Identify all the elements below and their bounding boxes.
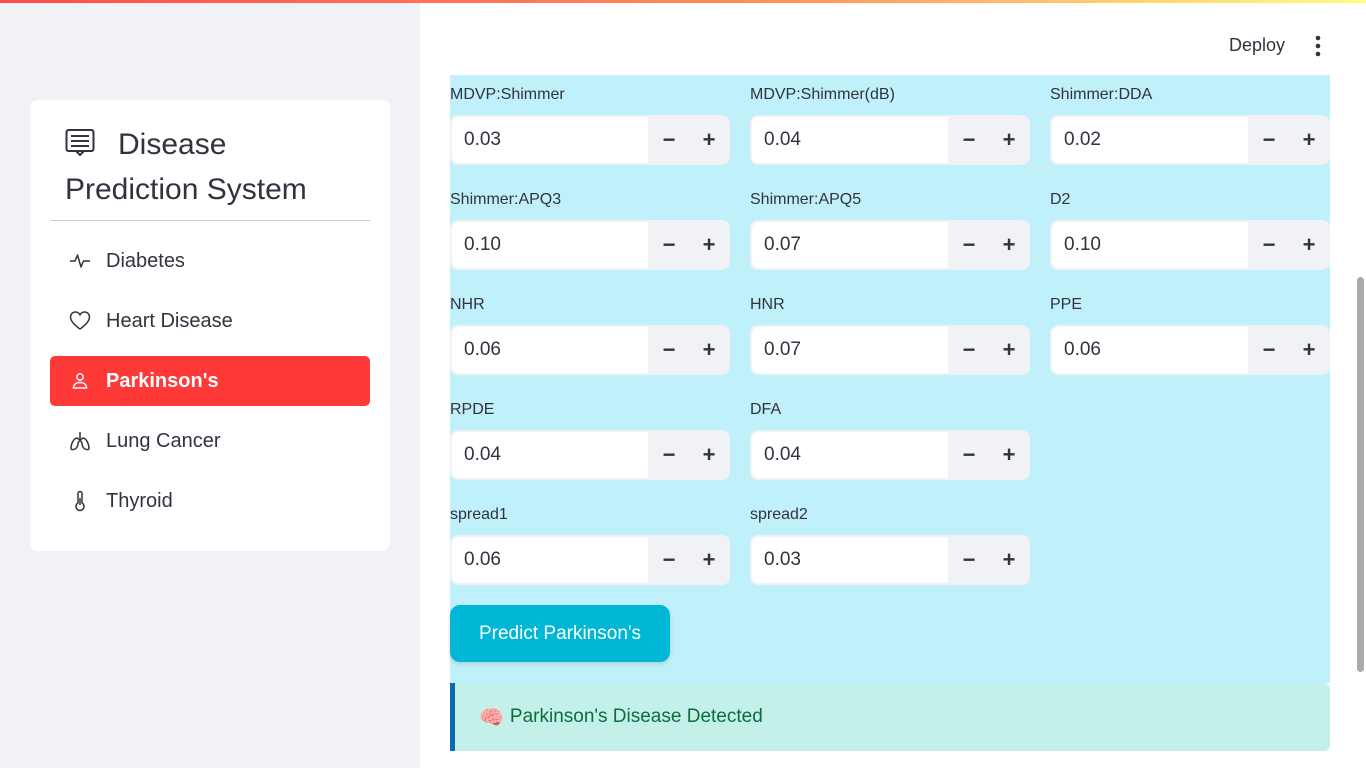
increment-button[interactable]: +: [689, 325, 729, 375]
number-input-spread1: 0.06 − +: [450, 535, 730, 585]
decrement-button[interactable]: −: [649, 430, 689, 480]
field-label-ppe: PPE: [1050, 296, 1083, 313]
decrement-button[interactable]: −: [649, 115, 689, 165]
thermometer-icon: [68, 489, 92, 513]
decrement-button[interactable]: −: [1249, 115, 1289, 165]
number-input-field[interactable]: 0.06: [452, 537, 648, 583]
increment-button[interactable]: +: [1289, 220, 1329, 270]
decrement-button[interactable]: −: [1249, 220, 1289, 270]
number-input-nhr: 0.06 − +: [450, 325, 730, 375]
number-input-dfa: 0.04 − +: [750, 430, 1030, 480]
menu-title-line2: Prediction System: [65, 173, 307, 206]
number-input-field[interactable]: 0.07: [752, 222, 948, 268]
increment-button[interactable]: +: [1289, 115, 1329, 165]
decrement-button[interactable]: −: [649, 220, 689, 270]
lungs-icon: [68, 429, 92, 453]
number-input-field[interactable]: 0.03: [752, 537, 948, 583]
number-input-d2: 0.10 − +: [1050, 220, 1330, 270]
decrement-button[interactable]: −: [949, 430, 989, 480]
menu-header: Disease Prediction System: [65, 122, 365, 212]
increment-button[interactable]: +: [989, 115, 1029, 165]
field-label-shimmer-apq3: Shimmer:APQ3: [450, 191, 562, 208]
navigation-menu: Disease Prediction System Diabetes Heart…: [30, 100, 390, 551]
sidebar: Disease Prediction System Diabetes Heart…: [0, 0, 420, 768]
decrement-button[interactable]: −: [949, 115, 989, 165]
menu-title: Disease Prediction System: [65, 122, 365, 212]
menu-item-parkinsons[interactable]: Parkinson's: [50, 356, 370, 406]
menu-item-lung-cancer[interactable]: Lung Cancer: [50, 416, 370, 466]
increment-button[interactable]: +: [689, 535, 729, 585]
menu-item-label: Diabetes: [106, 249, 185, 272]
person-icon: [68, 369, 92, 393]
number-input-field[interactable]: 0.10: [452, 222, 648, 268]
number-input-field[interactable]: 0.07: [752, 327, 948, 373]
menu-divider: [50, 220, 370, 221]
increment-button[interactable]: +: [689, 220, 729, 270]
decrement-button[interactable]: −: [949, 325, 989, 375]
number-input-ppe: 0.06 − +: [1050, 325, 1330, 375]
number-input-field[interactable]: 0.04: [752, 432, 948, 478]
number-input-shimmer-apq5: 0.07 − +: [750, 220, 1030, 270]
input-form-area: [450, 75, 1330, 683]
decrement-button[interactable]: −: [649, 325, 689, 375]
increment-button[interactable]: +: [989, 325, 1029, 375]
number-input-field[interactable]: 0.06: [1052, 327, 1248, 373]
increment-button[interactable]: +: [689, 115, 729, 165]
field-label-shimmer-apq5: Shimmer:APQ5: [750, 191, 862, 208]
number-input-field[interactable]: 0.06: [452, 327, 648, 373]
increment-button[interactable]: +: [1289, 325, 1329, 375]
number-input-field[interactable]: 0.04: [752, 117, 948, 163]
number-input-spread2: 0.03 − +: [750, 535, 1030, 585]
brain-icon: 🧠: [479, 706, 504, 729]
number-input-mdvp-shimmer: 0.03 − +: [450, 115, 730, 165]
field-label-d2: D2: [1050, 191, 1071, 208]
field-label-rpde: RPDE: [450, 401, 495, 418]
field-label-mdvp-shimmer-db: MDVP:Shimmer(dB): [750, 86, 895, 103]
deploy-button[interactable]: Deploy: [1229, 35, 1285, 56]
menu-item-diabetes[interactable]: Diabetes: [50, 236, 370, 286]
header-decoration-stripe: [0, 0, 1366, 3]
decrement-button[interactable]: −: [949, 535, 989, 585]
menu-item-label: Lung Cancer: [106, 429, 221, 452]
field-label-dfa: DFA: [750, 401, 782, 418]
heart-icon: [68, 309, 92, 333]
increment-button[interactable]: +: [989, 220, 1029, 270]
scrollbar-thumb[interactable]: [1357, 277, 1364, 672]
number-input-shimmer-apq3: 0.10 − +: [450, 220, 730, 270]
number-input-field[interactable]: 0.02: [1052, 117, 1248, 163]
menu-item-heart-disease[interactable]: Heart Disease: [50, 296, 370, 346]
field-label-shimmer-dda: Shimmer:DDA: [1050, 86, 1153, 103]
number-input-rpde: 0.04 − +: [450, 430, 730, 480]
menu-title-line1: Disease: [118, 128, 227, 161]
decrement-button[interactable]: −: [1249, 325, 1289, 375]
menu-item-label: Heart Disease: [106, 309, 233, 332]
kebab-menu-icon[interactable]: [1310, 34, 1326, 58]
field-label-mdvp-shimmer: MDVP:Shimmer: [450, 86, 565, 103]
field-label-hnr: HNR: [750, 296, 785, 313]
activity-icon: [68, 249, 92, 273]
menu-item-thyroid[interactable]: Thyroid: [50, 476, 370, 526]
number-input-field[interactable]: 0.10: [1052, 222, 1248, 268]
menu-item-label: Thyroid: [106, 489, 173, 512]
number-input-shimmer-dda: 0.02 − +: [1050, 115, 1330, 165]
list-card-icon: [65, 129, 95, 157]
number-input-field[interactable]: 0.03: [452, 117, 648, 163]
increment-button[interactable]: +: [989, 535, 1029, 585]
number-input-hnr: 0.07 − +: [750, 325, 1030, 375]
number-input-mdvp-shimmer-db: 0.04 − +: [750, 115, 1030, 165]
decrement-button[interactable]: −: [649, 535, 689, 585]
predict-parkinsons-button[interactable]: Predict Parkinson's: [450, 605, 670, 662]
menu-item-label: Parkinson's: [106, 369, 219, 392]
decrement-button[interactable]: −: [949, 220, 989, 270]
result-text: Parkinson's Disease Detected: [509, 706, 763, 727]
result-alert: 🧠 Parkinson's Disease Detected: [450, 683, 1330, 751]
increment-button[interactable]: +: [689, 430, 729, 480]
number-input-field[interactable]: 0.04: [452, 432, 648, 478]
field-label-nhr: NHR: [450, 296, 485, 313]
field-label-spread2: spread2: [750, 506, 808, 523]
increment-button[interactable]: +: [989, 430, 1029, 480]
field-label-spread1: spread1: [450, 506, 508, 523]
